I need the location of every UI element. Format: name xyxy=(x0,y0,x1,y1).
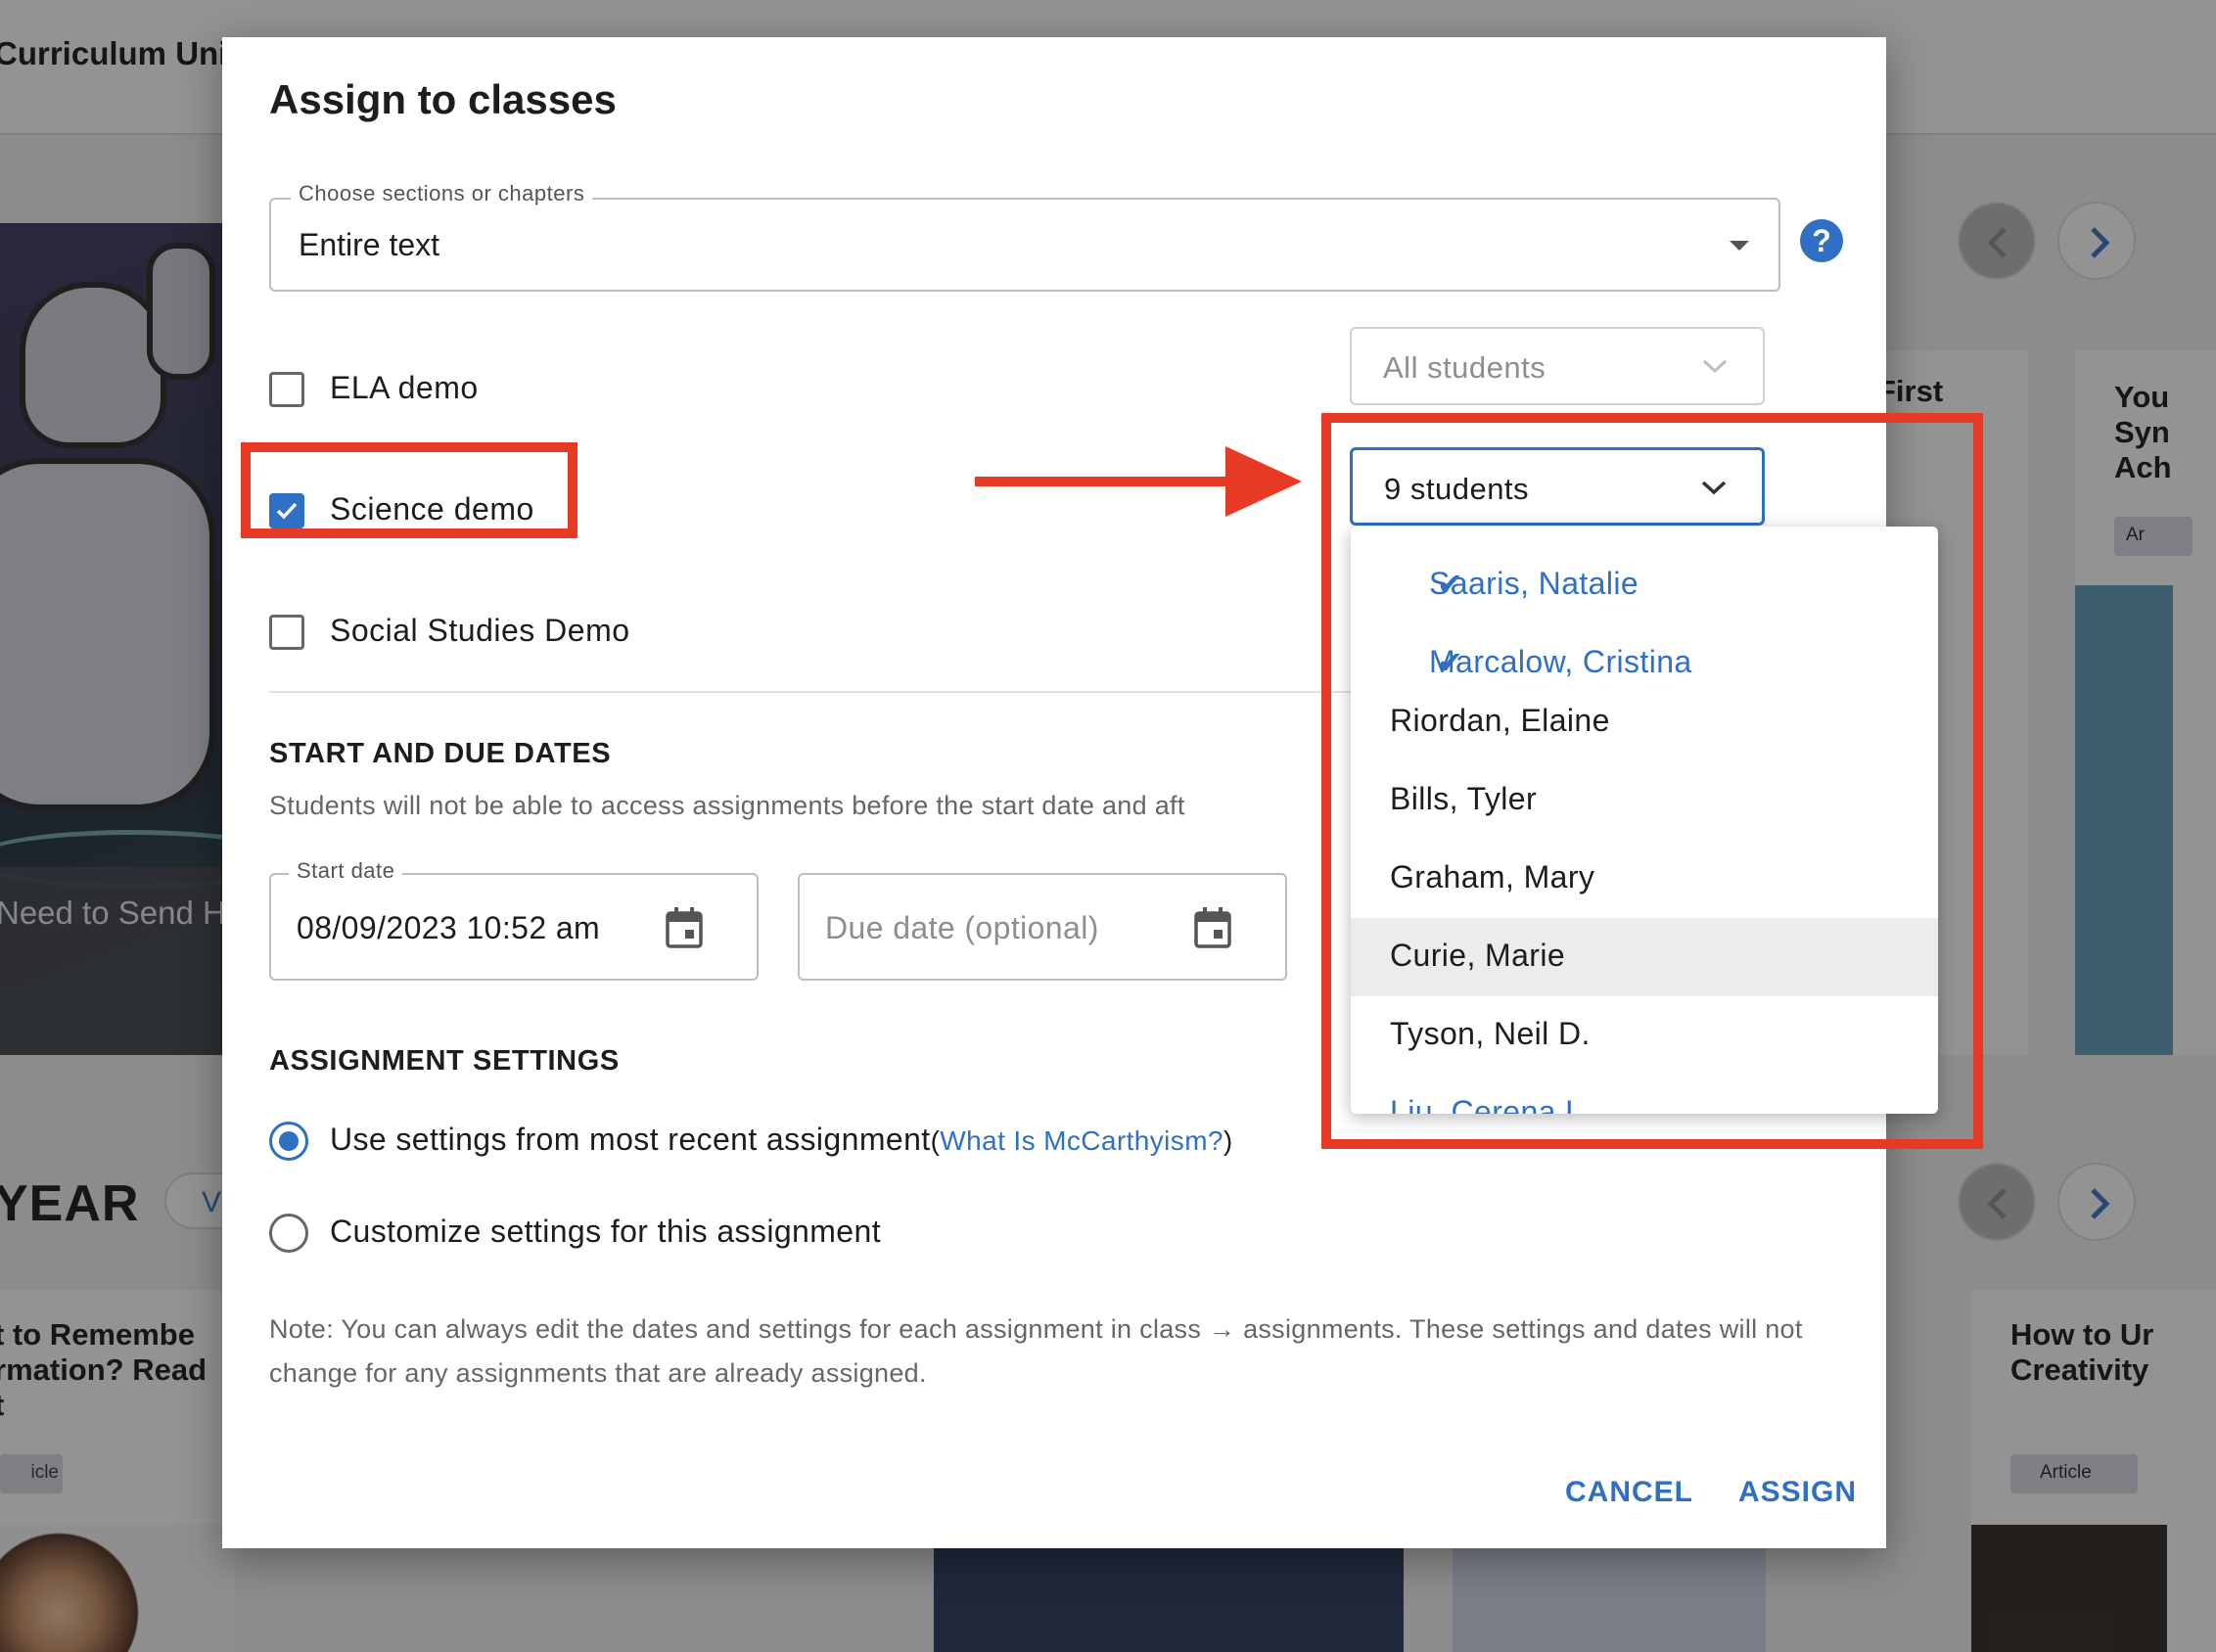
due-date-placeholder: Due date (optional) xyxy=(825,910,1099,945)
dates-description: Students will not be able to access assi… xyxy=(269,791,1185,820)
dialog-title: Assign to classes xyxy=(269,76,617,122)
radio-recent-paren-open: ( xyxy=(930,1125,941,1156)
sections-select[interactable]: Choose sections or chapters Entire text xyxy=(269,181,1780,292)
radio-custom[interactable] xyxy=(269,1214,308,1253)
checkbox-social-studies[interactable] xyxy=(269,615,304,650)
chevron-down-icon xyxy=(1702,359,1728,374)
annotation-box-students xyxy=(1321,413,1983,1149)
caret-down-icon xyxy=(1730,241,1749,251)
radio-recent-label: Use settings from most recent assignment… xyxy=(330,1122,1233,1158)
dates-heading: START AND DUE DATES xyxy=(269,738,612,769)
calendar-icon[interactable] xyxy=(1193,906,1232,949)
sections-select-label: Choose sections or chapters xyxy=(291,181,593,206)
sections-select-value: Entire text xyxy=(299,227,440,262)
settings-heading: ASSIGNMENT SETTINGS xyxy=(269,1045,620,1077)
annotation-box-class xyxy=(241,442,577,538)
help-icon[interactable]: ? xyxy=(1800,219,1843,262)
class-label-ela: ELA demo xyxy=(330,370,479,405)
radio-recent-text: Use settings from most recent assignment xyxy=(330,1122,931,1157)
students-select-ela-value: All students xyxy=(1383,350,1547,385)
annotation-arrow-icon xyxy=(975,446,1302,517)
checkbox-ela[interactable] xyxy=(269,372,304,407)
cancel-button[interactable]: CANCEL xyxy=(1565,1476,1693,1509)
students-select-ela[interactable]: All students xyxy=(1350,327,1765,405)
radio-recent[interactable] xyxy=(269,1122,308,1161)
class-label-social-studies: Social Studies Demo xyxy=(330,613,630,648)
start-date-field[interactable]: Start date 08/09/2023 10:52 am xyxy=(269,858,759,981)
due-date-field[interactable]: Due date (optional) xyxy=(798,873,1287,981)
start-date-value: 08/09/2023 10:52 am xyxy=(297,910,601,945)
calendar-icon[interactable] xyxy=(665,906,704,949)
radio-custom-label: Customize settings for this assignment xyxy=(330,1214,881,1249)
section-divider xyxy=(269,691,1365,693)
recent-assignment-link[interactable]: What Is McCarthyism? xyxy=(940,1125,1223,1156)
dialog-note: Note: You can always edit the dates and … xyxy=(269,1314,1803,1388)
radio-recent-paren-close: ) xyxy=(1223,1125,1233,1156)
assign-button[interactable]: ASSIGN xyxy=(1738,1476,1857,1509)
start-date-label: Start date xyxy=(289,858,403,884)
